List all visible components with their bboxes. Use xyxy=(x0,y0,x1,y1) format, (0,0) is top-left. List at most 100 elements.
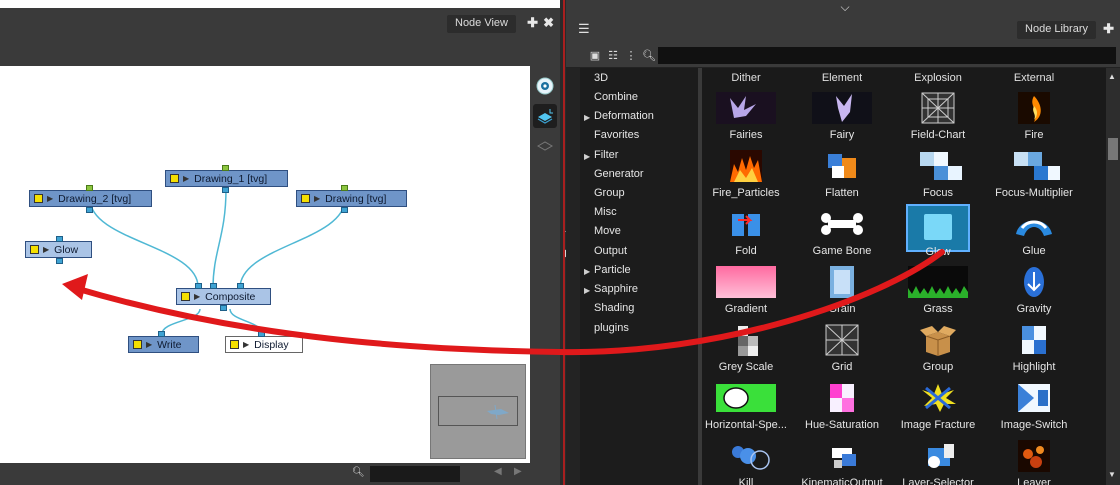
node-tile-grey-scale[interactable]: Grey Scale xyxy=(698,324,794,382)
list-view-icon[interactable]: ☷ xyxy=(606,49,620,63)
node-tile-grain[interactable]: Grain xyxy=(794,266,890,324)
node-tile-hue-saturation[interactable]: Hue-Saturation xyxy=(794,382,890,440)
category-item[interactable]: plugins xyxy=(594,322,629,334)
node-display[interactable]: ▶ Display xyxy=(225,336,303,353)
expand-arrow-icon[interactable]: ▶ xyxy=(584,286,590,295)
category-item[interactable]: Generator xyxy=(594,168,644,180)
scroll-left-icon[interactable]: ◀ xyxy=(494,466,502,477)
enable-icon[interactable] xyxy=(30,245,39,254)
scroll-down-icon[interactable]: ▼ xyxy=(1108,470,1116,479)
node-port[interactable] xyxy=(341,185,348,191)
node-tile-kill[interactable]: Kill xyxy=(698,440,794,485)
add-view-icon[interactable]: ✚ xyxy=(527,16,538,30)
node-port[interactable] xyxy=(222,187,229,193)
node-glow[interactable]: ▶ Glow xyxy=(25,241,92,258)
enable-icon[interactable] xyxy=(181,292,190,301)
enable-icon[interactable] xyxy=(301,194,310,203)
node-tile-gravity[interactable]: Gravity xyxy=(986,266,1082,324)
node-drawing-1[interactable]: ▶ Drawing_1 [tvg] xyxy=(165,170,288,187)
node-tile-glow[interactable]: Glow xyxy=(890,204,986,266)
node-library-tab[interactable]: Node Library xyxy=(1017,21,1096,39)
category-item[interactable]: 3D xyxy=(594,72,608,84)
menu-icon[interactable]: ☰ xyxy=(578,22,592,36)
navigator-viewport[interactable] xyxy=(438,396,518,426)
node-tile-image-fracture[interactable]: Image Fracture xyxy=(890,382,986,440)
node-tile-label: Glow xyxy=(925,246,951,258)
node-tile-group[interactable]: Group xyxy=(890,324,986,382)
node-port[interactable] xyxy=(210,283,217,289)
node-tile-grass[interactable]: Grass xyxy=(890,266,986,324)
gradient-thumbnail xyxy=(716,266,776,298)
enable-icon[interactable] xyxy=(170,174,179,183)
navigator-panel[interactable] xyxy=(430,364,526,459)
category-item[interactable]: Deformation xyxy=(594,110,654,122)
category-item[interactable]: Misc xyxy=(594,206,617,218)
close-icon[interactable]: ✖ xyxy=(543,16,554,30)
node-tile-kinematic-output[interactable]: KinematicOutput xyxy=(794,440,890,485)
node-port[interactable] xyxy=(258,331,265,337)
category-item[interactable]: Sapphire xyxy=(594,283,638,295)
node-port[interactable] xyxy=(158,331,165,337)
enable-icon[interactable] xyxy=(133,340,142,349)
node-tile-layer-selector[interactable]: Layer-Selector xyxy=(890,440,986,485)
expand-arrow-icon[interactable]: ▶ xyxy=(584,152,590,161)
category-item[interactable]: Combine xyxy=(594,91,638,103)
node-tile-highlight[interactable]: Highlight xyxy=(986,324,1082,382)
node-port[interactable] xyxy=(56,236,63,242)
node-port[interactable] xyxy=(56,258,63,264)
node-drawing-2[interactable]: ▶ Drawing_2 [tvg] xyxy=(29,190,152,207)
node-view-tab[interactable]: Node View xyxy=(447,15,516,33)
expand-arrow-icon[interactable]: ▶ xyxy=(584,113,590,122)
node-tile-leaver[interactable]: Leaver xyxy=(986,440,1082,485)
enable-icon[interactable] xyxy=(230,340,239,349)
library-search-input[interactable] xyxy=(658,47,1116,64)
scroll-thumb[interactable] xyxy=(1108,138,1118,160)
scroll-up-icon[interactable]: ▲ xyxy=(1108,72,1116,81)
node-tile-glue[interactable]: Glue xyxy=(986,208,1082,266)
eye-icon[interactable] xyxy=(533,74,557,98)
node-label: Write xyxy=(157,338,182,351)
node-write[interactable]: ▶ Write xyxy=(128,336,199,353)
node-port[interactable] xyxy=(341,207,348,213)
vertical-scrollbar[interactable]: ▲ ▼ xyxy=(1106,68,1120,485)
node-tile-fire-particles[interactable]: Fire_Particles xyxy=(698,150,794,208)
node-port[interactable] xyxy=(222,165,229,171)
hierarchy-icon[interactable]: ⋮ xyxy=(624,49,638,63)
category-item[interactable]: Particle xyxy=(594,264,631,276)
node-port[interactable] xyxy=(195,283,202,289)
node-tile-horizontal-speed[interactable]: Horizontal-Spe... xyxy=(698,382,794,440)
enable-icon[interactable] xyxy=(34,194,43,203)
layer-icon[interactable] xyxy=(533,104,557,128)
node-tile-game-bone[interactable]: Game Bone xyxy=(794,208,890,266)
tree-view-icon[interactable]: ▣ xyxy=(588,49,602,63)
expand-arrow-icon[interactable]: ▶ xyxy=(584,267,590,276)
layer-dim-icon[interactable] xyxy=(533,134,557,158)
category-item[interactable]: Filter xyxy=(594,149,618,161)
node-tile-fairies[interactable]: Fairies xyxy=(698,92,794,150)
node-tile-fold[interactable]: Fold xyxy=(698,208,794,266)
node-port[interactable] xyxy=(237,283,244,289)
category-item[interactable]: Move xyxy=(594,225,621,237)
node-tile-focus-multiplier[interactable]: Focus-Multiplier xyxy=(986,150,1082,208)
category-item[interactable]: Favorites xyxy=(594,129,639,141)
node-port[interactable] xyxy=(86,207,93,213)
node-tile-fairy[interactable]: Fairy xyxy=(794,92,890,150)
node-tile-field-chart[interactable]: Field-Chart xyxy=(890,92,986,150)
node-tile-image-switch[interactable]: Image-Switch xyxy=(986,382,1082,440)
collapse-handle-icon[interactable]: ⌵ xyxy=(836,0,854,14)
node-drawing[interactable]: ▶ Drawing [tvg] xyxy=(296,190,407,207)
node-tile-gradient[interactable]: Gradient xyxy=(698,266,794,324)
node-port[interactable] xyxy=(86,185,93,191)
node-tile-grid[interactable]: Grid xyxy=(794,324,890,382)
scroll-right-icon[interactable]: ▶ xyxy=(514,466,522,477)
node-composite[interactable]: ▶ Composite xyxy=(176,288,271,305)
node-port[interactable] xyxy=(220,305,227,311)
node-tile-flatten[interactable]: Flatten xyxy=(794,150,890,208)
add-view-icon[interactable]: ✚ xyxy=(1103,22,1114,36)
node-tile-focus[interactable]: Focus xyxy=(890,150,986,208)
category-item[interactable]: Output xyxy=(594,245,627,257)
category-item[interactable]: Shading xyxy=(594,302,634,314)
node-tile-fire[interactable]: Fire xyxy=(986,92,1082,150)
category-item[interactable]: Group xyxy=(594,187,625,199)
search-input[interactable] xyxy=(370,466,460,482)
